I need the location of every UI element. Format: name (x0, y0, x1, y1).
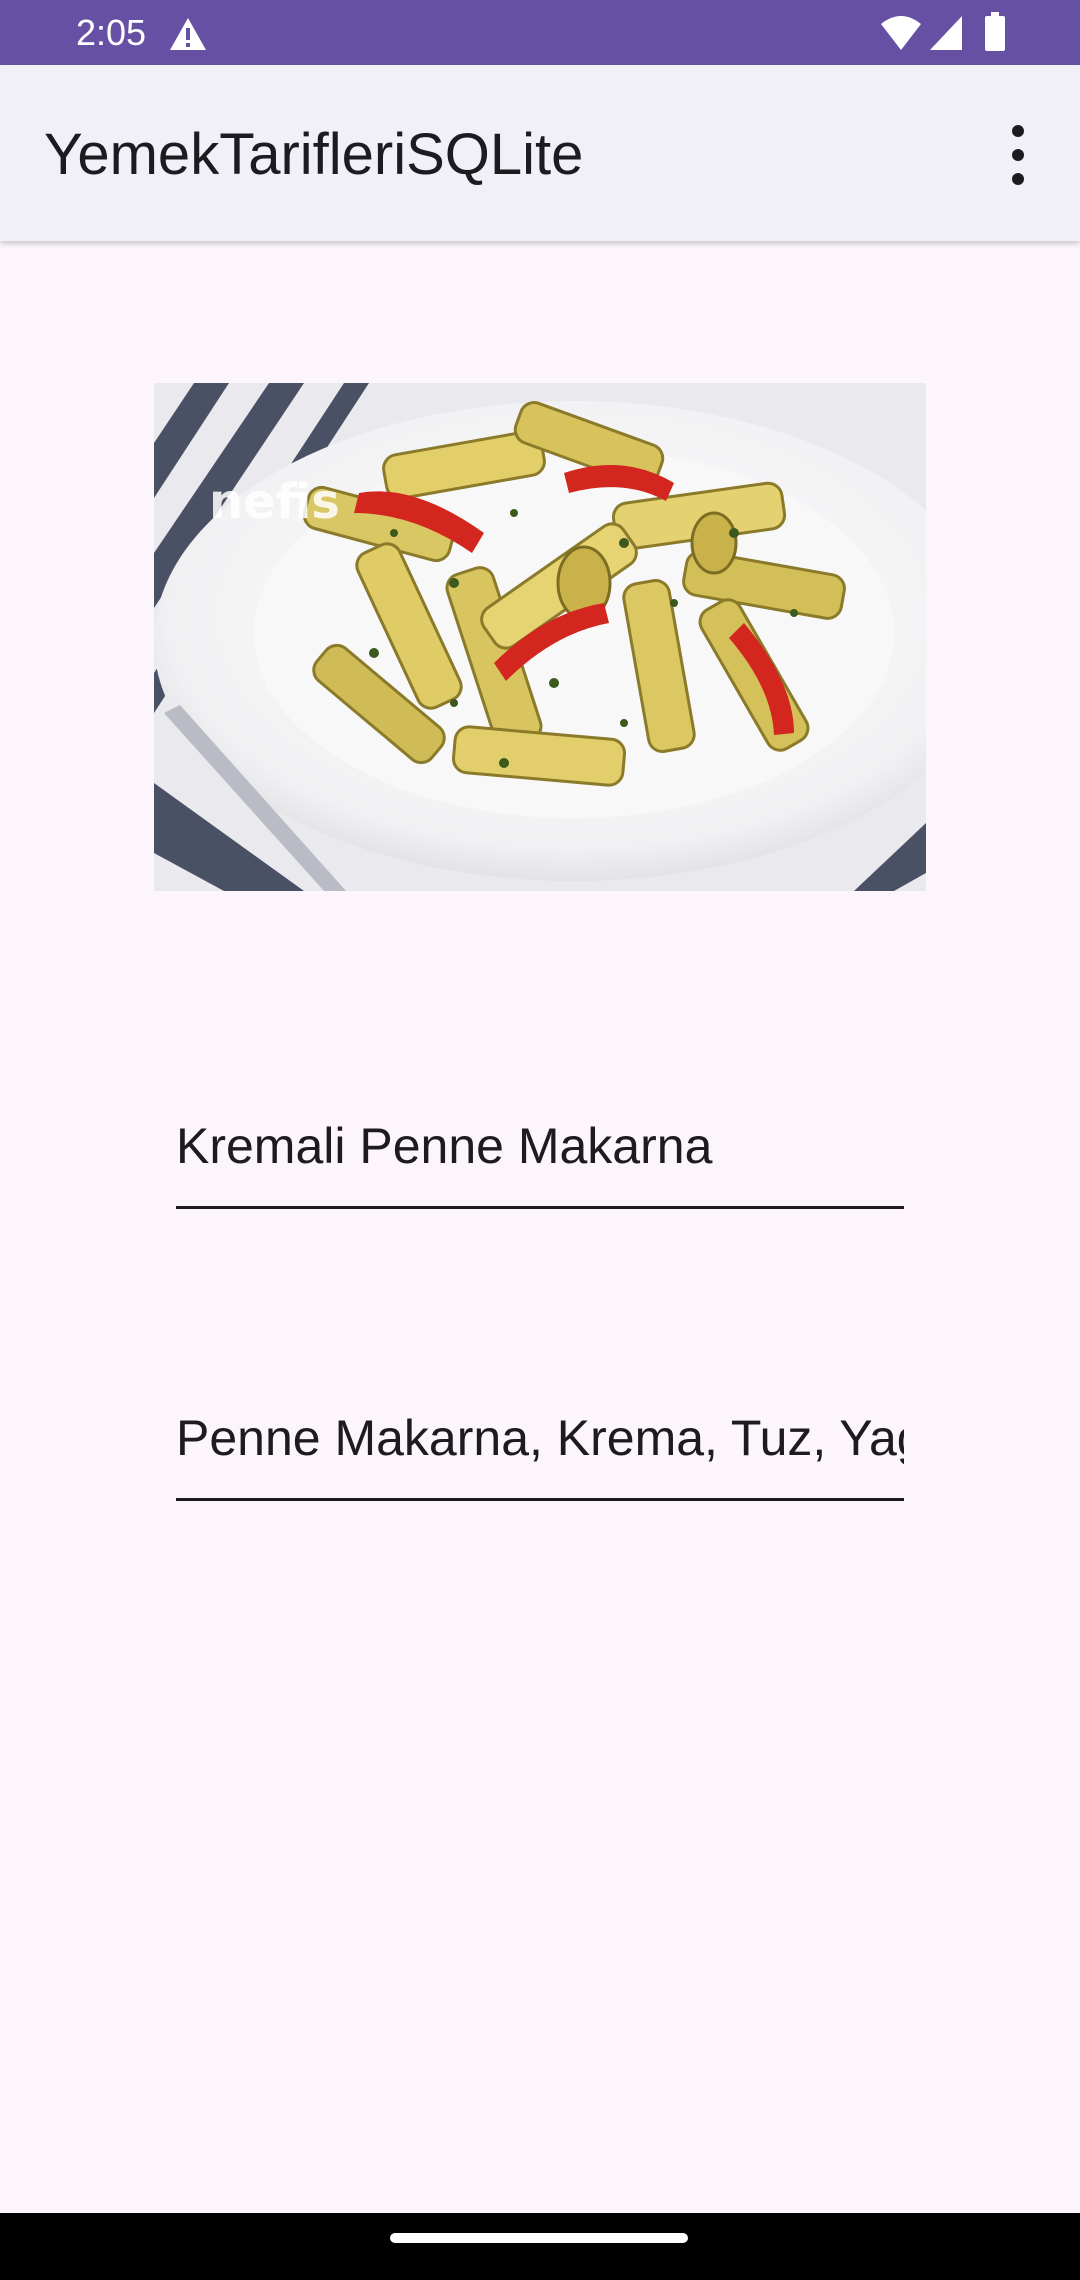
status-bar: 2:05 (0, 0, 1080, 65)
navigation-bar (0, 2213, 1080, 2280)
home-gesture-handle[interactable] (390, 2233, 688, 2243)
more-vert-icon[interactable] (990, 115, 1046, 195)
ingredients-text: Penne Makarna, Krema, Tuz, Yag, (176, 1410, 904, 1466)
recipe-name-text: Kremali Penne Makarna (176, 1118, 713, 1174)
status-time: 2:05 (76, 12, 147, 53)
signal-icon (930, 16, 962, 50)
wifi-icon (881, 16, 921, 50)
battery-icon (985, 12, 1005, 51)
recipe-image[interactable]: nefis (154, 383, 926, 891)
watermark-logo: nefis (209, 474, 340, 530)
app-bar: YemekTarifleriSQLite (0, 65, 1080, 241)
app-title: YemekTarifleriSQLite (44, 122, 584, 187)
recipe-name-field[interactable]: Kremali Penne Makarna (176, 1106, 904, 1209)
warning-icon (170, 18, 206, 50)
pasta-photo: nefis (154, 383, 926, 891)
ingredients-field[interactable]: Penne Makarna, Krema, Tuz, Yag, (176, 1398, 904, 1501)
